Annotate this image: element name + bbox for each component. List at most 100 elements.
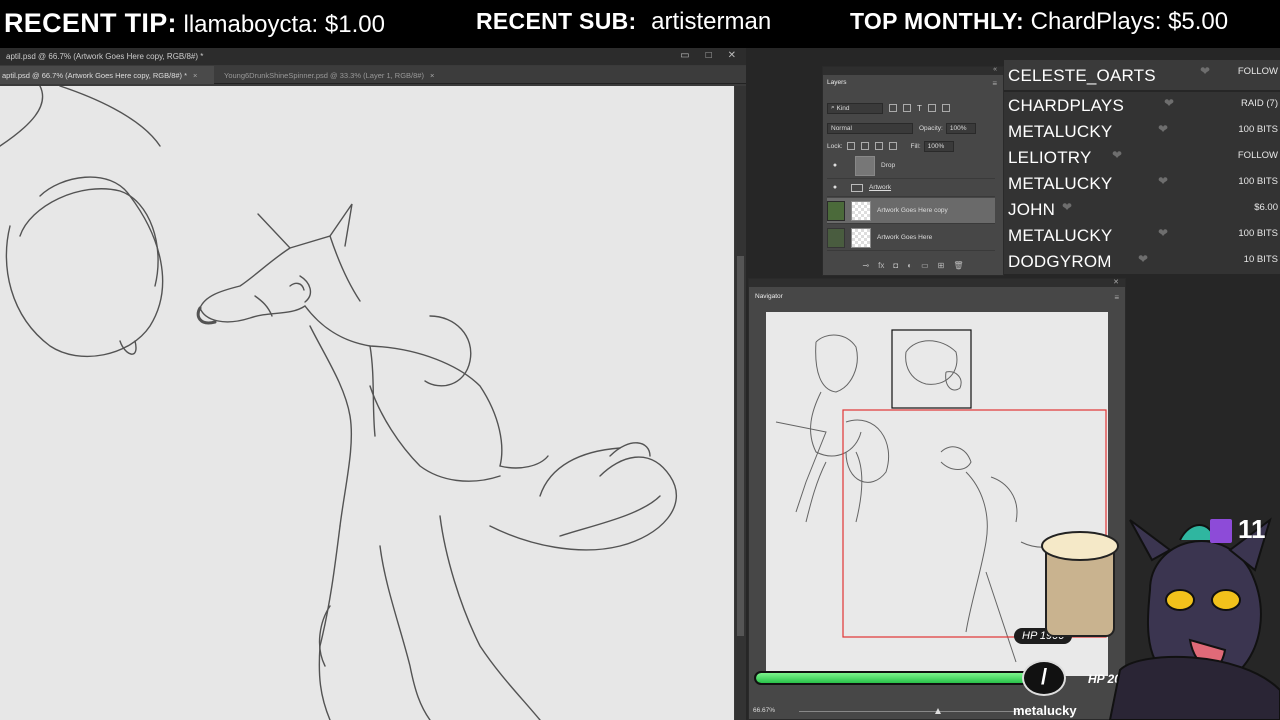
layer-artwork[interactable]: Artwork Goes Here xyxy=(827,225,995,251)
twitch-icon xyxy=(1210,519,1232,544)
top-monthly-value: ChardPlays: $5.00 xyxy=(1030,8,1229,35)
event-name: METALUCKY xyxy=(1008,174,1113,193)
heart-icon: ❤ xyxy=(1158,226,1169,240)
eye-icon[interactable] xyxy=(827,227,845,248)
layer-artwork-copy[interactable]: Artwork Goes Here copy xyxy=(827,198,995,224)
event-name: LELIOTRY xyxy=(1008,148,1092,167)
recent-sub: RECENT SUB: artisterman xyxy=(476,8,771,36)
layer-thumbnail xyxy=(851,227,871,248)
event-type: $6.00 xyxy=(1254,202,1278,213)
top-monthly-label: TOP MONTHLY: xyxy=(850,8,1024,34)
tab-navigator[interactable]: Navigator xyxy=(755,293,783,300)
opacity-value: 100% xyxy=(949,124,967,132)
drawing-canvas[interactable] xyxy=(0,86,734,720)
layer-name: Artwork Goes Here xyxy=(877,234,933,241)
type-filter-icon[interactable]: T xyxy=(917,104,922,113)
blend-mode-value: Normal xyxy=(831,124,852,132)
filter-kind-select[interactable]: ⌕ Kind xyxy=(827,102,883,114)
layers-footer: ⊸ fx ◘ ◐ ▭ ⊞ 🗑 xyxy=(823,255,1003,275)
stream-banner: RECENT TIP: llamaboycta: $1.00 RECENT SU… xyxy=(0,0,1280,48)
pixel-filter-icon[interactable] xyxy=(889,104,897,112)
panel-header[interactable]: « xyxy=(823,66,1003,75)
event-type: 100 BITS xyxy=(1238,228,1278,239)
tab-layers[interactable]: Layers xyxy=(827,79,847,86)
tab-close-icon[interactable]: × xyxy=(430,71,434,80)
trash-icon[interactable]: 🗑 xyxy=(953,261,963,270)
event-type: 100 BITS xyxy=(1238,176,1278,187)
opacity-input[interactable]: 100% xyxy=(945,122,976,134)
zoom-slider[interactable] xyxy=(799,708,1019,714)
close-button[interactable]: ✕ xyxy=(728,50,736,61)
tab-close-icon[interactable]: × xyxy=(193,71,197,80)
canvas-vertical-scrollbar[interactable] xyxy=(735,86,746,720)
new-layer-icon[interactable]: ⊞ xyxy=(938,261,945,270)
layers-panel: « Layers ≡ ⌕ Kind T Normal Opacity: 100%… xyxy=(822,66,1004,276)
recent-tip-label: RECENT TIP: xyxy=(4,8,177,38)
event-item: CHARDPLAYS ❤ RAID (7) xyxy=(1004,92,1280,118)
tab-label: aptil.psd @ 66.7% (Artwork Goes Here cop… xyxy=(2,71,188,80)
panel-menu-icon[interactable]: ≡ xyxy=(1114,293,1119,302)
tab-young6[interactable]: Young6DrunkShineSpinner.psd @ 33.3% (Lay… xyxy=(222,66,458,84)
document-titlebar[interactable]: aptil.psd @ 66.7% (Artwork Goes Here cop… xyxy=(0,48,746,65)
heart-icon: ❤ xyxy=(1062,200,1073,214)
lock-transparent-icon[interactable] xyxy=(846,142,855,150)
navigator-zoom[interactable]: 66.67% xyxy=(753,707,775,714)
panel-header[interactable]: ✕ xyxy=(749,279,1125,287)
viewer-count: 11 xyxy=(1210,514,1266,545)
event-item: METALUCKY ❤ 100 BITS xyxy=(1004,170,1280,196)
layer-group-artwork[interactable]: ● Artwork xyxy=(827,179,995,197)
lock-position-icon[interactable] xyxy=(874,142,883,150)
event-item: METALUCKY ❤ 100 BITS xyxy=(1004,222,1280,248)
adjustment-filter-icon[interactable] xyxy=(903,104,911,112)
event-name: DODGYROM xyxy=(1008,252,1112,271)
heart-icon: ❤ xyxy=(1200,64,1211,78)
eye-icon[interactable] xyxy=(827,200,845,221)
link-icon[interactable]: ⊸ xyxy=(862,261,869,270)
event-list: CELESTE_OARTS ❤ FOLLOW CHARDPLAYS ❤ RAID… xyxy=(1004,56,1280,274)
tab-aptil[interactable]: aptil.psd @ 66.7% (Artwork Goes Here cop… xyxy=(0,66,214,84)
eye-icon[interactable]: ● xyxy=(827,162,843,169)
document-title: aptil.psd @ 66.7% (Artwork Goes Here cop… xyxy=(6,52,204,61)
window-controls: ▭ □ ✕ xyxy=(680,50,736,61)
layer-name: Artwork xyxy=(869,184,892,191)
adjustment-icon[interactable]: ◐ xyxy=(907,261,912,270)
panel-menu-icon[interactable]: ≡ xyxy=(992,79,997,88)
layer-thumbnail xyxy=(855,155,875,176)
lock-all-icon[interactable] xyxy=(888,142,897,150)
opacity-label: Opacity: xyxy=(919,124,943,132)
fx-icon[interactable]: fx xyxy=(878,261,884,270)
event-item: LELIOTRY ❤ FOLLOW xyxy=(1004,144,1280,170)
scrollbar-thumb[interactable] xyxy=(737,256,744,636)
lock-label: Lock: xyxy=(827,142,843,150)
collapse-icon[interactable]: « xyxy=(993,66,997,73)
stream-overlay: RECENT TIP: llamaboycta: $1.00 RECENT SU… xyxy=(0,0,1280,720)
layer-drop[interactable]: ● Drop xyxy=(827,153,995,179)
recent-sub-value: artisterman xyxy=(651,8,772,35)
sketch-artwork xyxy=(0,86,677,720)
smart-filter-icon[interactable] xyxy=(941,104,950,112)
event-item: DODGYROM ❤ 10 BITS xyxy=(1004,248,1280,274)
folder-icon[interactable]: ▭ xyxy=(921,261,929,270)
maximize-button[interactable]: □ xyxy=(706,50,712,61)
minimize-button[interactable]: ▭ xyxy=(680,50,689,61)
shape-filter-icon[interactable] xyxy=(927,104,936,112)
viewer-count-value: 11 xyxy=(1238,514,1266,544)
fill-input[interactable]: 100% xyxy=(923,140,954,152)
event-name: METALUCKY xyxy=(1008,122,1113,141)
blend-mode-select[interactable]: Normal xyxy=(827,122,913,134)
event-name: METALUCKY xyxy=(1008,226,1113,245)
zoom-slider-knob[interactable] xyxy=(935,708,941,714)
fill-value: 100% xyxy=(927,142,945,150)
heart-icon: ❤ xyxy=(1158,122,1169,136)
eye-icon[interactable]: ● xyxy=(827,184,843,191)
event-type: 100 BITS xyxy=(1238,124,1278,135)
close-icon[interactable]: ✕ xyxy=(1113,278,1119,286)
event-name: JOHN xyxy=(1008,200,1056,219)
lock-row: Lock: Fill: 100% xyxy=(827,139,999,153)
event-item: CELESTE_OARTS ❤ FOLLOW xyxy=(1004,60,1280,90)
recent-tip-value: llamaboycta: $1.00 xyxy=(183,11,385,38)
lock-pixels-icon[interactable] xyxy=(860,142,869,150)
mask-icon[interactable]: ◘ xyxy=(893,261,898,270)
folder-icon xyxy=(851,183,863,192)
heart-icon: ❤ xyxy=(1164,96,1175,110)
